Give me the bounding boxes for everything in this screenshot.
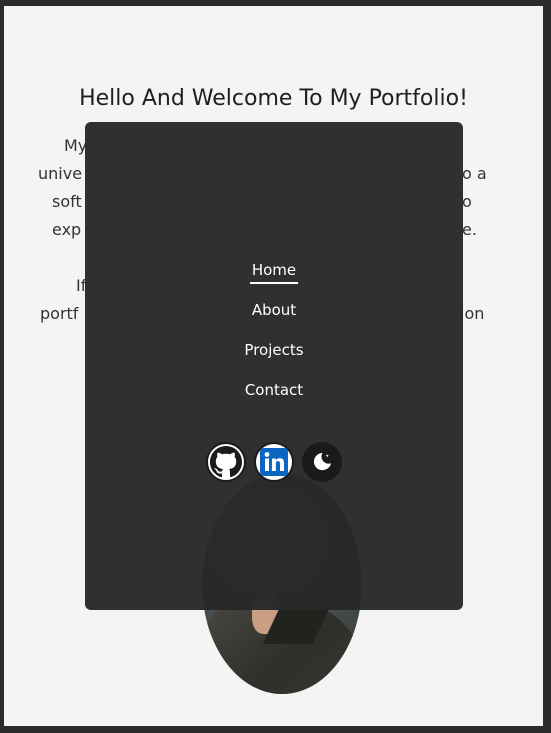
github-icon (210, 446, 242, 478)
nav-link-contact[interactable]: Contact (243, 380, 305, 402)
nav-menu: Home About Projects Contact (85, 260, 463, 420)
page-title: Hello And Welcome To My Portfolio! (79, 86, 468, 111)
nav-link-projects[interactable]: Projects (242, 340, 305, 362)
intro-line-right: o a (462, 164, 487, 183)
intro-line-right: e. (462, 220, 477, 239)
nav-item-home: Home (85, 260, 463, 300)
nav-link-about[interactable]: About (250, 300, 298, 322)
social-links (85, 442, 463, 482)
nav-link-home[interactable]: Home (249, 260, 299, 284)
github-button[interactable] (206, 442, 246, 482)
second-line-right: ion (460, 304, 485, 323)
mobile-menu-overlay: Home About Projects Contact (85, 122, 463, 610)
intro-line-right: o (462, 192, 472, 211)
linkedin-icon (260, 448, 288, 476)
linkedin-button[interactable] (254, 442, 294, 482)
nav-item-contact: Contact (85, 380, 463, 420)
dark-mode-icon (313, 453, 331, 471)
nav-item-projects: Projects (85, 340, 463, 380)
nav-item-about: About (85, 300, 463, 340)
dark-mode-toggle[interactable] (302, 442, 342, 482)
